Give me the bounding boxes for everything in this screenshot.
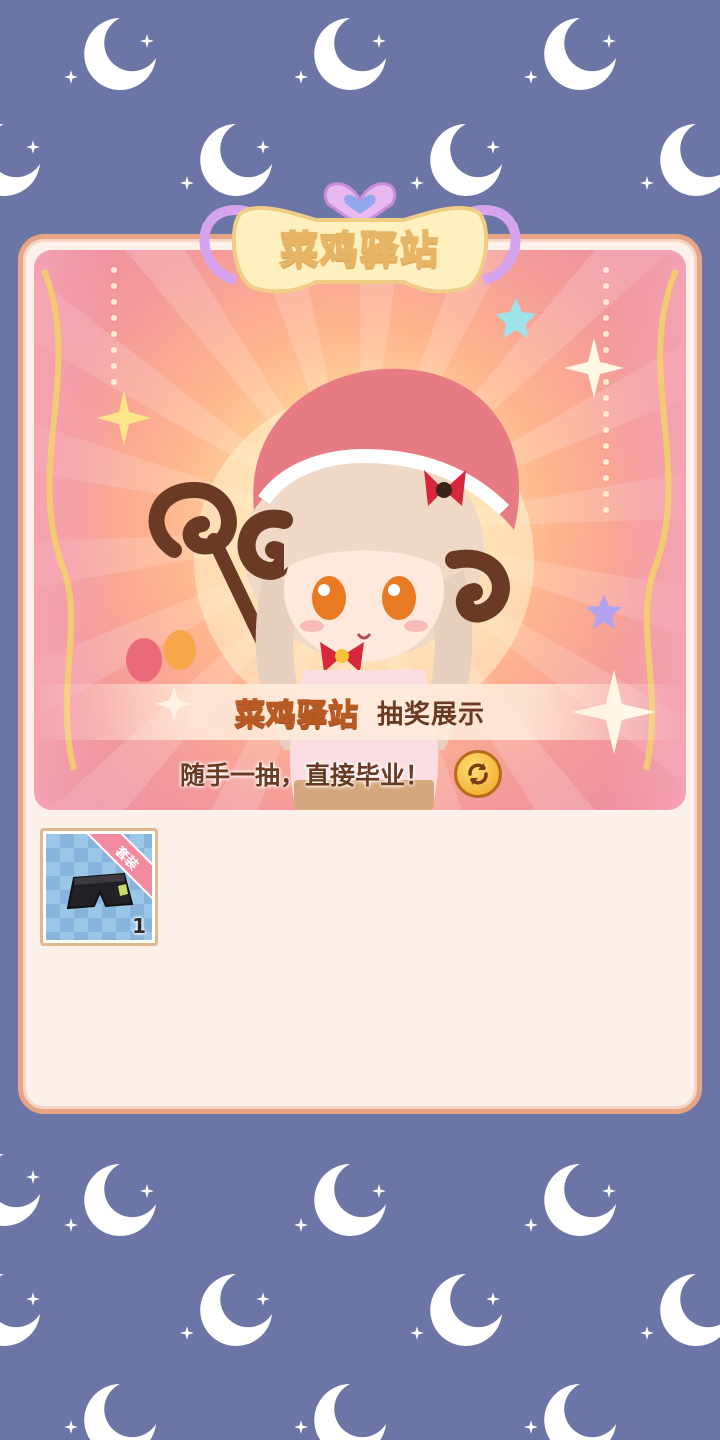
slogan-row: 随手一抽，直接毕业！ <box>180 750 503 798</box>
gacha-banner: 菜鸡驿站 抽奖展示 随手一抽，直接毕业！ <box>34 250 686 810</box>
refresh-icon <box>468 763 488 785</box>
item-count: 1 <box>132 914 146 938</box>
reward-item-card[interactable]: 套装 1 <box>40 828 158 946</box>
banner-tag: 抽奖展示 <box>376 699 485 730</box>
banner-slogan: 随手一抽，直接毕业！ <box>180 761 431 790</box>
banner-pool-name: 菜鸡驿站 <box>234 697 359 734</box>
page-title: 菜鸡驿站 <box>279 227 440 273</box>
banner-subtitle-strip: 菜鸡驿站 抽奖展示 <box>34 684 686 740</box>
refresh-button[interactable] <box>454 750 503 798</box>
item-card-background: 套装 1 <box>46 834 152 940</box>
